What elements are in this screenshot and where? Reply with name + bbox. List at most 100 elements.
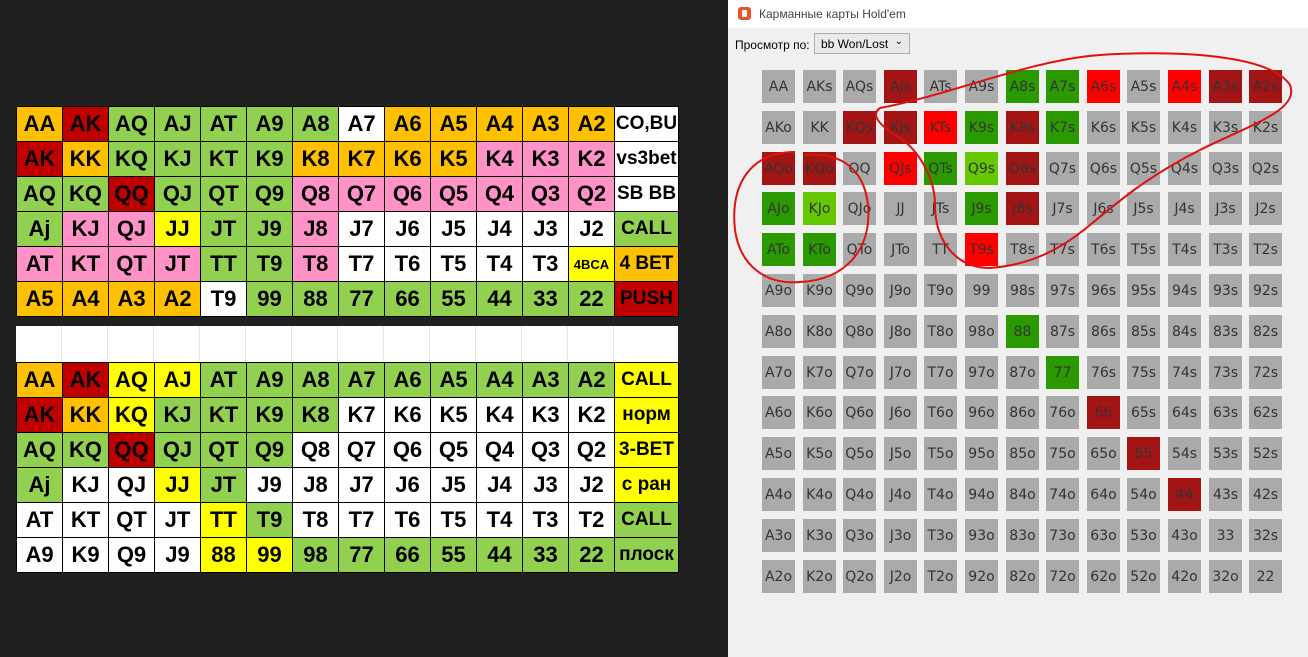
hand-cell[interactable]: T9o xyxy=(924,274,957,307)
hand-cell[interactable]: AJo xyxy=(762,192,795,225)
hand-cell[interactable]: T5s xyxy=(1127,233,1160,266)
hand-cell[interactable]: JJ xyxy=(884,192,917,225)
hand-cell[interactable]: 87o xyxy=(1006,356,1039,389)
hand-cell[interactable]: 74o xyxy=(1046,478,1079,511)
hand-cell[interactable]: 73s xyxy=(1209,356,1242,389)
hand-cell[interactable]: 76o xyxy=(1046,396,1079,429)
hand-cell[interactable]: A2o xyxy=(762,560,795,593)
hand-cell[interactable]: A6s xyxy=(1087,70,1120,103)
hand-cell[interactable]: K8o xyxy=(803,315,836,348)
hand-cell[interactable]: 87s xyxy=(1046,315,1079,348)
hand-cell[interactable]: J8o xyxy=(884,315,917,348)
hand-cell[interactable]: AQo xyxy=(762,152,795,185)
hand-cell[interactable]: 54s xyxy=(1168,437,1201,470)
hand-cell[interactable]: K2s xyxy=(1249,111,1282,144)
hand-cell[interactable]: 62s xyxy=(1249,396,1282,429)
hand-cell[interactable]: 95s xyxy=(1127,274,1160,307)
hand-cell[interactable]: 75o xyxy=(1046,437,1079,470)
hand-cell[interactable]: Q7s xyxy=(1046,152,1079,185)
hand-cell[interactable]: K5o xyxy=(803,437,836,470)
hand-cell[interactable]: 82s xyxy=(1249,315,1282,348)
hand-cell[interactable]: A2s xyxy=(1249,70,1282,103)
hand-cell[interactable]: 62o xyxy=(1087,560,1120,593)
hand-cell[interactable]: 52o xyxy=(1127,560,1160,593)
hand-cell[interactable]: 95o xyxy=(965,437,998,470)
hand-cell[interactable]: T4o xyxy=(924,478,957,511)
hand-cell[interactable]: 64s xyxy=(1168,396,1201,429)
hand-cell[interactable]: A9o xyxy=(762,274,795,307)
hand-cell[interactable]: 92o xyxy=(965,560,998,593)
hand-cell[interactable]: QTs xyxy=(924,152,957,185)
hand-cell[interactable]: T3s xyxy=(1209,233,1242,266)
hand-cell[interactable]: 65s xyxy=(1127,396,1160,429)
hand-cell[interactable]: J7s xyxy=(1046,192,1079,225)
hand-cell[interactable]: 42s xyxy=(1249,478,1282,511)
hand-cell[interactable]: J4s xyxy=(1168,192,1201,225)
hand-cell[interactable]: K6o xyxy=(803,396,836,429)
hand-cell[interactable]: J5o xyxy=(884,437,917,470)
hand-cell[interactable]: A8o xyxy=(762,315,795,348)
hand-cell[interactable]: K3s xyxy=(1209,111,1242,144)
hand-cell[interactable]: K7s xyxy=(1046,111,1079,144)
hand-cell[interactable]: T2o xyxy=(924,560,957,593)
hand-cell[interactable]: KK xyxy=(803,111,836,144)
hand-cell[interactable]: KJo xyxy=(803,192,836,225)
hand-cell[interactable]: 96s xyxy=(1087,274,1120,307)
hand-cell[interactable]: 94s xyxy=(1168,274,1201,307)
hand-cell[interactable]: K8s xyxy=(1006,111,1039,144)
hand-cell[interactable]: K3o xyxy=(803,519,836,552)
hand-cell[interactable]: Q8o xyxy=(843,315,876,348)
hand-cell[interactable]: 66 xyxy=(1087,396,1120,429)
hand-cell[interactable]: Q3s xyxy=(1209,152,1242,185)
hand-cell[interactable]: Q9o xyxy=(843,274,876,307)
hand-cell[interactable]: 53o xyxy=(1127,519,1160,552)
hand-cell[interactable]: A7s xyxy=(1046,70,1079,103)
hand-cell[interactable]: Q2s xyxy=(1249,152,1282,185)
hand-cell[interactable]: Q5s xyxy=(1127,152,1160,185)
hand-cell[interactable]: QTo xyxy=(843,233,876,266)
hand-cell[interactable]: 93o xyxy=(965,519,998,552)
hand-cell[interactable]: 72s xyxy=(1249,356,1282,389)
hand-cell[interactable]: Q6s xyxy=(1087,152,1120,185)
hand-cell[interactable]: JTs xyxy=(924,192,957,225)
hand-cell[interactable]: A3s xyxy=(1209,70,1242,103)
hand-cell[interactable]: QQ xyxy=(843,152,876,185)
hand-cell[interactable]: Q2o xyxy=(843,560,876,593)
hand-cell[interactable]: J9s xyxy=(965,192,998,225)
hand-cell[interactable]: 75s xyxy=(1127,356,1160,389)
hand-cell[interactable]: 86o xyxy=(1006,396,1039,429)
hand-cell[interactable]: J9o xyxy=(884,274,917,307)
hand-cell[interactable]: 73o xyxy=(1046,519,1079,552)
hand-cell[interactable]: 32o xyxy=(1209,560,1242,593)
hand-cell[interactable]: 64o xyxy=(1087,478,1120,511)
hand-cell[interactable]: T4s xyxy=(1168,233,1201,266)
hand-cell[interactable]: 86s xyxy=(1087,315,1120,348)
hand-cell[interactable]: Q6o xyxy=(843,396,876,429)
hand-cell[interactable]: K5s xyxy=(1127,111,1160,144)
hand-cell[interactable]: A4o xyxy=(762,478,795,511)
hand-cell[interactable]: 53s xyxy=(1209,437,1242,470)
hand-cell[interactable]: 33 xyxy=(1209,519,1242,552)
hand-cell[interactable]: 52s xyxy=(1249,437,1282,470)
hand-cell[interactable]: 72o xyxy=(1046,560,1079,593)
hand-cell[interactable]: A5s xyxy=(1127,70,1160,103)
hand-cell[interactable]: KJs xyxy=(884,111,917,144)
hand-cell[interactable]: 42o xyxy=(1168,560,1201,593)
hand-cell[interactable]: J3o xyxy=(884,519,917,552)
hand-cell[interactable]: 43s xyxy=(1209,478,1242,511)
hand-cell[interactable]: 74s xyxy=(1168,356,1201,389)
hand-cell[interactable]: 88 xyxy=(1006,315,1039,348)
hand-cell[interactable]: KQo xyxy=(803,152,836,185)
hand-cell[interactable]: J3s xyxy=(1209,192,1242,225)
hand-cell[interactable]: A6o xyxy=(762,396,795,429)
hand-cell[interactable]: 96o xyxy=(965,396,998,429)
hand-cell[interactable]: 54o xyxy=(1127,478,1160,511)
hand-cell[interactable]: AKs xyxy=(803,70,836,103)
hand-cell[interactable]: T9s xyxy=(965,233,998,266)
hand-cell[interactable]: T2s xyxy=(1249,233,1282,266)
hand-cell[interactable]: 65o xyxy=(1087,437,1120,470)
hand-cell[interactable]: 63o xyxy=(1087,519,1120,552)
view-by-select[interactable]: bb Won/Lost ⌄ xyxy=(814,33,910,54)
hand-cell[interactable]: 85s xyxy=(1127,315,1160,348)
hand-cell[interactable]: Q5o xyxy=(843,437,876,470)
